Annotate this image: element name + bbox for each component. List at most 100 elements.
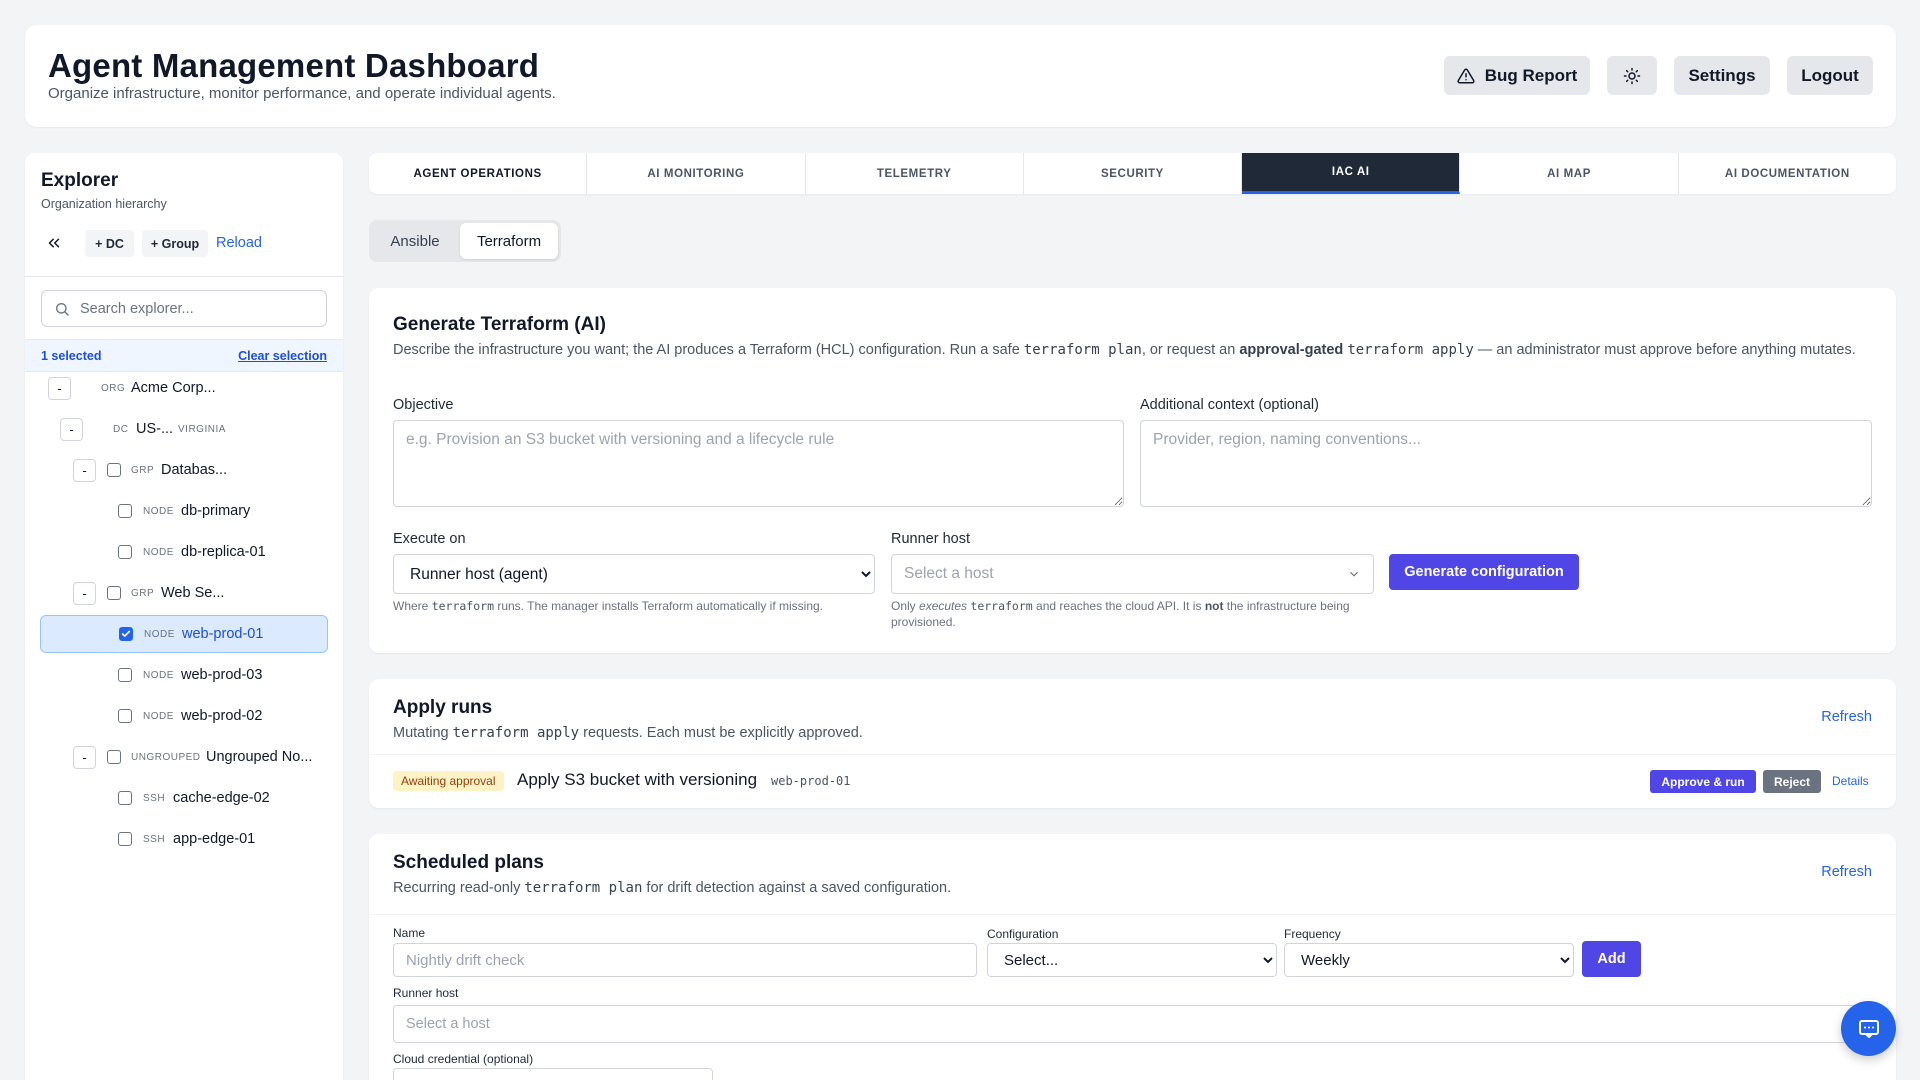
node-name: db-replica-01 xyxy=(181,544,266,560)
node-name: cache-edge-02 xyxy=(173,790,270,806)
configuration-select[interactable]: Select... xyxy=(987,943,1277,977)
collapse-toggle[interactable]: - xyxy=(73,745,96,769)
subtab-ansible[interactable]: Ansible xyxy=(372,223,458,259)
cloud-credential-label: Cloud credential (optional) xyxy=(393,1052,534,1066)
bug-report-label: Bug Report xyxy=(1484,65,1578,85)
warning-triangle-icon xyxy=(1457,67,1475,83)
settings-button[interactable]: Settings xyxy=(1674,56,1770,95)
scheduled-description: Recurring read-only terraform plan for d… xyxy=(393,880,952,896)
chat-button[interactable] xyxy=(1841,1001,1896,1056)
tab-security[interactable]: SECURITY xyxy=(1024,153,1243,194)
search-icon xyxy=(56,302,69,316)
status-badge: Awaiting approval xyxy=(393,771,504,791)
runner-host-select[interactable]: Select a host xyxy=(891,554,1374,594)
add-dc-button[interactable]: + DC xyxy=(85,230,134,257)
cloud-credential-select[interactable] xyxy=(393,1068,713,1080)
tree-row[interactable]: NODE db-replica-01 xyxy=(25,533,343,571)
row-checkbox[interactable] xyxy=(118,709,132,723)
execute-on-help: Where terraform runs. The manager instal… xyxy=(393,599,824,613)
divider xyxy=(369,754,1896,755)
tab-ai-monitoring[interactable]: AI MONITORING xyxy=(587,153,806,194)
row-checkbox[interactable] xyxy=(118,545,132,559)
schedule-runner-input[interactable] xyxy=(393,1005,1873,1043)
collapse-toggle[interactable]: - xyxy=(73,581,96,605)
tree-row[interactable]: - GRP Databas... xyxy=(25,451,343,489)
row-checkbox[interactable] xyxy=(118,832,132,846)
chevron-down-icon xyxy=(1350,571,1358,577)
add-schedule-button[interactable]: Add xyxy=(1582,941,1641,977)
row-checkbox[interactable] xyxy=(118,791,132,805)
node-name: Ungrouped No... xyxy=(206,749,313,765)
tree-row[interactable]: - DC US-... VIRGINIA xyxy=(25,410,343,448)
selection-bar: 1 selected Clear selection xyxy=(25,339,343,372)
node-name: web-prod-03 xyxy=(181,667,263,683)
generate-configuration-button[interactable]: Generate configuration xyxy=(1389,554,1579,590)
node-type-label: NODE xyxy=(144,628,175,640)
node-type-label: SSH xyxy=(143,833,166,845)
collapse-toggle[interactable]: - xyxy=(48,376,71,400)
collapse-sidebar-button[interactable] xyxy=(43,232,65,254)
tree-row[interactable]: - UNGROUPED Ungrouped No... xyxy=(25,738,343,776)
schedule-name-input[interactable] xyxy=(393,943,977,977)
tree-row[interactable]: NODE web-prod-03 xyxy=(25,656,343,694)
apply-runs-description: Mutating terraform apply requests. Each … xyxy=(393,725,863,741)
tree-row[interactable]: NODE web-prod-02 xyxy=(25,697,343,735)
context-label: Additional context (optional) xyxy=(1140,397,1319,413)
scheduled-refresh-link[interactable]: Refresh xyxy=(1821,864,1872,880)
reload-link[interactable]: Reload xyxy=(216,235,262,251)
node-type-label: NODE xyxy=(143,546,174,558)
collapse-toggle[interactable]: - xyxy=(73,458,96,482)
chevrons-left-icon xyxy=(48,238,60,248)
runner-host-placeholder: Select a host xyxy=(904,565,994,582)
main-tabs: AGENT OPERATIONS AI MONITORING TELEMETRY… xyxy=(369,153,1896,194)
explorer-sidebar: Explorer Organization hierarchy + DC + G… xyxy=(25,153,343,1080)
add-group-button[interactable]: + Group xyxy=(142,230,208,257)
row-checkbox[interactable] xyxy=(107,750,121,764)
tree-row[interactable]: SSH cache-edge-02 xyxy=(25,779,343,817)
tab-ai-documentation[interactable]: AI DOCUMENTATION xyxy=(1679,153,1896,194)
chat-icon xyxy=(1858,1019,1879,1038)
generate-description: Describe the infrastructure you want; th… xyxy=(393,342,1856,358)
collapse-toggle[interactable]: - xyxy=(60,417,83,441)
divider xyxy=(369,914,1896,915)
reject-button[interactable]: Reject xyxy=(1763,770,1821,793)
apply-runs-refresh-link[interactable]: Refresh xyxy=(1821,709,1872,725)
row-checkbox[interactable] xyxy=(107,463,121,477)
explorer-subtitle: Organization hierarchy xyxy=(41,197,167,211)
schedule-name-label: Name xyxy=(393,926,426,940)
context-input[interactable] xyxy=(1140,420,1872,507)
objective-input[interactable] xyxy=(393,420,1124,507)
selected-count: 1 selected xyxy=(41,349,102,363)
iac-subtabs: Ansible Terraform xyxy=(369,220,561,262)
run-host: web-prod-01 xyxy=(771,774,851,788)
subtab-terraform[interactable]: Terraform xyxy=(460,223,558,259)
page-subtitle: Organize infrastructure, monitor perform… xyxy=(48,85,556,102)
node-type-label: GRP xyxy=(131,587,155,599)
row-checkbox[interactable] xyxy=(118,504,132,518)
tree-row[interactable]: NODE db-primary xyxy=(25,492,343,530)
clear-selection-link[interactable]: Clear selection xyxy=(238,349,327,363)
node-type-label: SSH xyxy=(143,792,166,804)
execute-on-select[interactable]: Runner host (agent) xyxy=(393,554,875,594)
frequency-select[interactable]: Weekly xyxy=(1284,943,1574,977)
tree-row[interactable]: SSH app-edge-01 xyxy=(25,820,343,858)
explorer-search-input[interactable] xyxy=(80,300,310,317)
tab-agent-operations[interactable]: AGENT OPERATIONS xyxy=(369,153,588,194)
approve-run-button[interactable]: Approve & run xyxy=(1650,770,1756,793)
logout-button[interactable]: Logout xyxy=(1787,56,1873,95)
tree-row[interactable]: - ORG Acme Corp... xyxy=(25,369,343,407)
node-type-label: DC xyxy=(113,423,129,435)
node-type-label: ORG xyxy=(101,382,126,394)
row-checkbox[interactable] xyxy=(107,586,121,600)
tree-row-selected[interactable]: NODE web-prod-01 xyxy=(40,615,328,653)
tab-ai-map[interactable]: AI MAP xyxy=(1460,153,1679,194)
tab-iac-ai[interactable]: IAC AI xyxy=(1242,153,1461,194)
bug-report-button[interactable]: Bug Report xyxy=(1444,56,1590,95)
explorer-search[interactable] xyxy=(41,290,327,327)
row-checkbox[interactable] xyxy=(119,627,133,641)
row-checkbox[interactable] xyxy=(118,668,132,682)
details-link[interactable]: Details xyxy=(1832,774,1869,788)
theme-toggle-button[interactable] xyxy=(1607,56,1657,95)
tab-telemetry[interactable]: TELEMETRY xyxy=(806,153,1024,194)
tree-row[interactable]: - GRP Web Se... xyxy=(25,574,343,612)
